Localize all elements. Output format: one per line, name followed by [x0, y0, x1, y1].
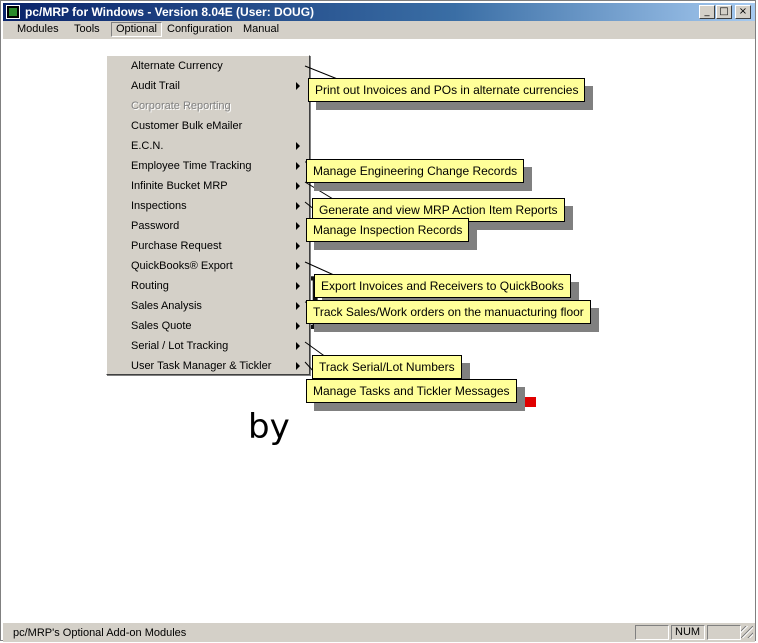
submenu-arrow-icon	[296, 202, 300, 210]
submenu-arrow-icon	[296, 322, 300, 330]
menu-item-inspections[interactable]: Inspections	[107, 196, 307, 216]
callout-ecn: Manage Engineering Change Records	[306, 159, 525, 183]
menu-item-label: E.C.N.	[131, 140, 164, 152]
submenu-arrow-icon	[296, 242, 300, 250]
menu-item-ecn[interactable]: E.C.N.	[107, 136, 307, 156]
menu-optional[interactable]: Optional	[111, 22, 162, 37]
submenu-arrow-icon	[296, 222, 300, 230]
menu-item-label: User Task Manager & Tickler	[131, 360, 272, 372]
menu-item-alternate-currency[interactable]: Alternate Currency	[107, 56, 307, 76]
menu-item-label: Sales Analysis	[131, 300, 202, 312]
menu-manual[interactable]: Manual	[243, 23, 279, 35]
menu-item-label: Infinite Bucket MRP	[131, 180, 228, 192]
menu-item-label: QuickBooks® Export	[131, 260, 233, 272]
menu-item-infinite-bucket-mrp[interactable]: Infinite Bucket MRP	[107, 176, 307, 196]
window-title: pc/MRP for Windows - Version 8.04E (User…	[25, 5, 315, 19]
status-panel-num: NUM	[671, 625, 705, 640]
menu-item-quickbooks-export[interactable]: QuickBooks® Export	[107, 256, 307, 276]
submenu-arrow-icon	[296, 302, 300, 310]
menu-item-employee-time-tracking[interactable]: Employee Time Tracking	[107, 156, 307, 176]
callout-inspections: Manage Inspection Records	[306, 218, 470, 242]
status-text: pc/MRP's Optional Add-on Modules	[13, 627, 187, 639]
menu-tools[interactable]: Tools	[74, 23, 100, 35]
background-logo-by: by	[248, 407, 290, 447]
menu-item-label: Serial / Lot Tracking	[131, 340, 229, 352]
menu-item-label: Sales Quote	[131, 320, 192, 332]
menu-item-label: Audit Trail	[131, 80, 180, 92]
menu-bar: Modules Tools Optional Configuration Man…	[3, 21, 755, 39]
maximize-button[interactable]: □	[716, 5, 732, 19]
menu-item-sales-analysis[interactable]: Sales Analysis	[107, 296, 307, 316]
menu-item-corporate-reporting: Corporate Reporting	[107, 96, 307, 116]
menu-item-customer-bulk-emailer[interactable]: Customer Bulk eMailer	[107, 116, 307, 136]
status-panel-empty-2	[707, 625, 741, 640]
close-button[interactable]: ×	[735, 5, 751, 19]
callout-quickbooks: Export Invoices and Receivers to QuickBo…	[314, 274, 571, 298]
menu-modules[interactable]: Modules	[17, 23, 59, 35]
submenu-arrow-icon	[296, 162, 300, 170]
submenu-arrow-icon	[296, 282, 300, 290]
submenu-arrow-icon	[296, 362, 300, 370]
callout-serial-lot: Track Serial/Lot Numbers	[312, 355, 462, 379]
menu-item-label: Purchase Request	[131, 240, 222, 252]
minimize-button[interactable]: _	[699, 5, 715, 19]
menu-item-password[interactable]: Password	[107, 216, 307, 236]
optional-dropdown-menu: Alternate Currency Audit Trail Corporate…	[106, 55, 310, 375]
callout-routing: Track Sales/Work orders on the manuactur…	[306, 300, 591, 324]
menu-item-user-task-manager[interactable]: User Task Manager & Tickler	[107, 356, 307, 376]
menu-item-label: Routing	[131, 280, 169, 292]
callout-task-manager: Manage Tasks and Tickler Messages	[306, 379, 517, 403]
resize-grip[interactable]	[741, 626, 753, 638]
menu-item-label: Alternate Currency	[131, 60, 223, 72]
status-panel-empty-1	[635, 625, 669, 640]
menu-item-label: Password	[131, 220, 180, 232]
menu-item-label: Customer Bulk eMailer	[131, 120, 243, 132]
menu-item-label: Inspections	[131, 200, 187, 212]
submenu-arrow-icon	[296, 342, 300, 350]
menu-item-label: Employee Time Tracking	[131, 160, 252, 172]
menu-item-sales-quote[interactable]: Sales Quote	[107, 316, 307, 336]
menu-item-label: Corporate Reporting	[131, 100, 231, 112]
menu-item-purchase-request[interactable]: Purchase Request	[107, 236, 307, 256]
submenu-arrow-icon	[296, 82, 300, 90]
title-bar[interactable]: pc/MRP for Windows - Version 8.04E (User…	[3, 3, 755, 21]
menu-item-audit-trail[interactable]: Audit Trail	[107, 76, 307, 96]
callout-alternate-currency: Print out Invoices and POs in alternate …	[308, 78, 586, 102]
menu-configuration[interactable]: Configuration	[167, 23, 232, 35]
submenu-arrow-icon	[296, 142, 300, 150]
submenu-arrow-icon	[296, 182, 300, 190]
app-icon[interactable]	[6, 5, 20, 19]
menu-item-serial-lot-tracking[interactable]: Serial / Lot Tracking	[107, 336, 307, 356]
submenu-arrow-icon	[296, 262, 300, 270]
menu-item-routing[interactable]: Routing	[107, 276, 307, 296]
status-bar: pc/MRP's Optional Add-on Modules NUM	[3, 623, 755, 642]
